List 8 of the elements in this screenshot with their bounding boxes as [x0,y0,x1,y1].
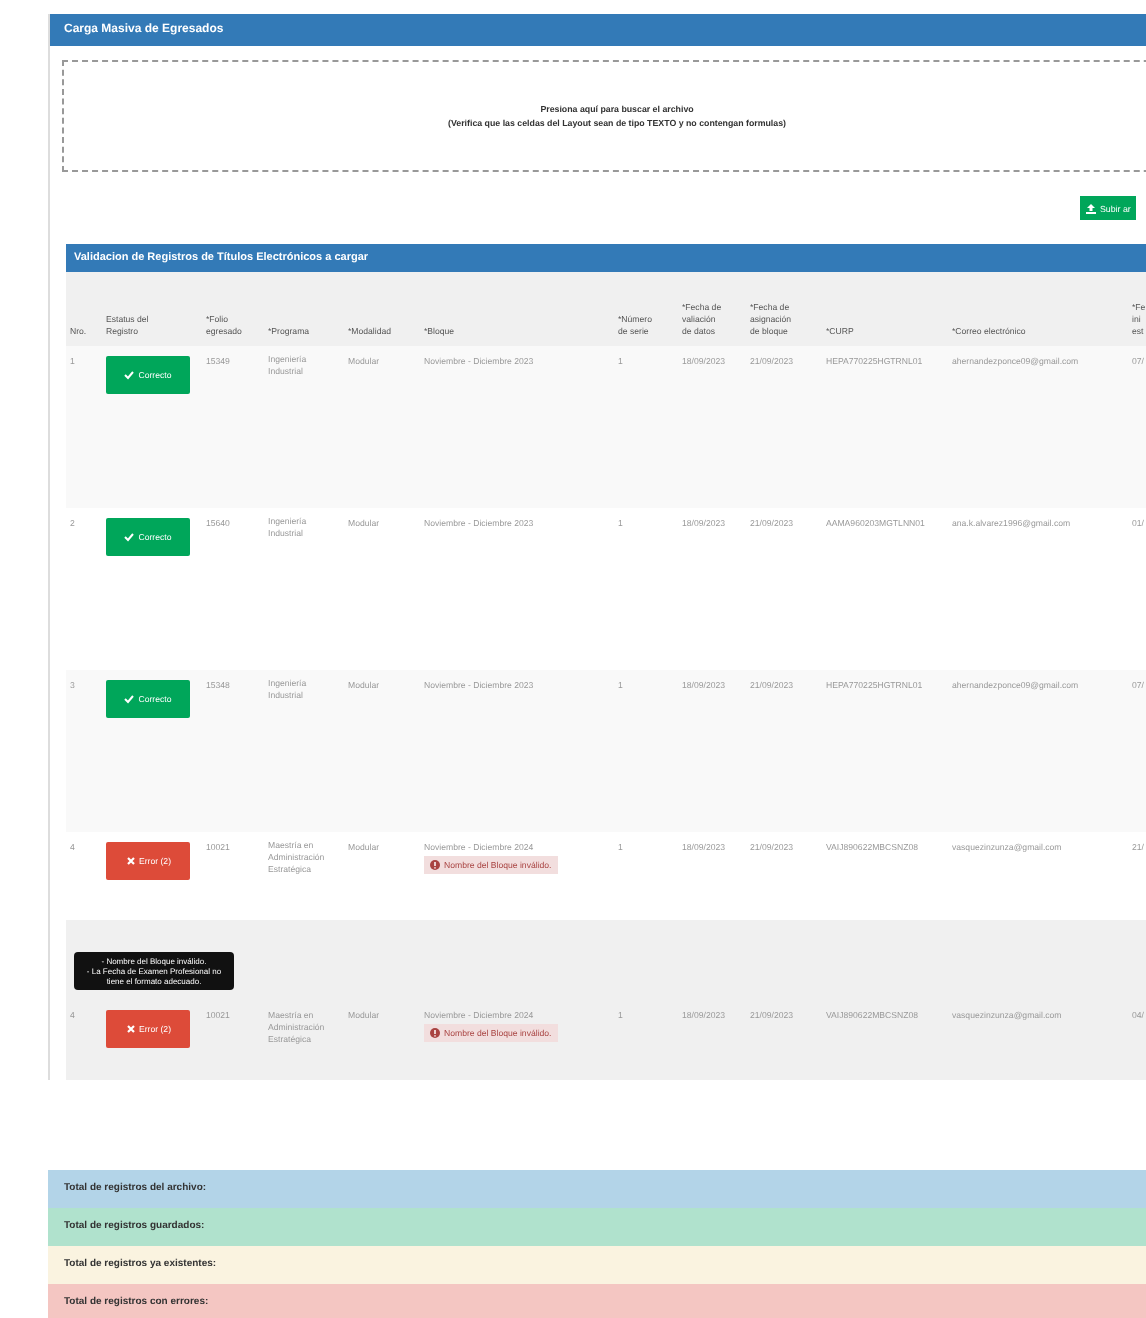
check-icon [124,694,135,704]
close-icon [125,856,135,866]
alert-icon [430,1028,440,1038]
upload-icon [1086,203,1096,213]
check-icon [124,532,135,542]
alert-icon [430,860,440,870]
close-icon [125,1024,135,1034]
check-icon [124,370,135,380]
